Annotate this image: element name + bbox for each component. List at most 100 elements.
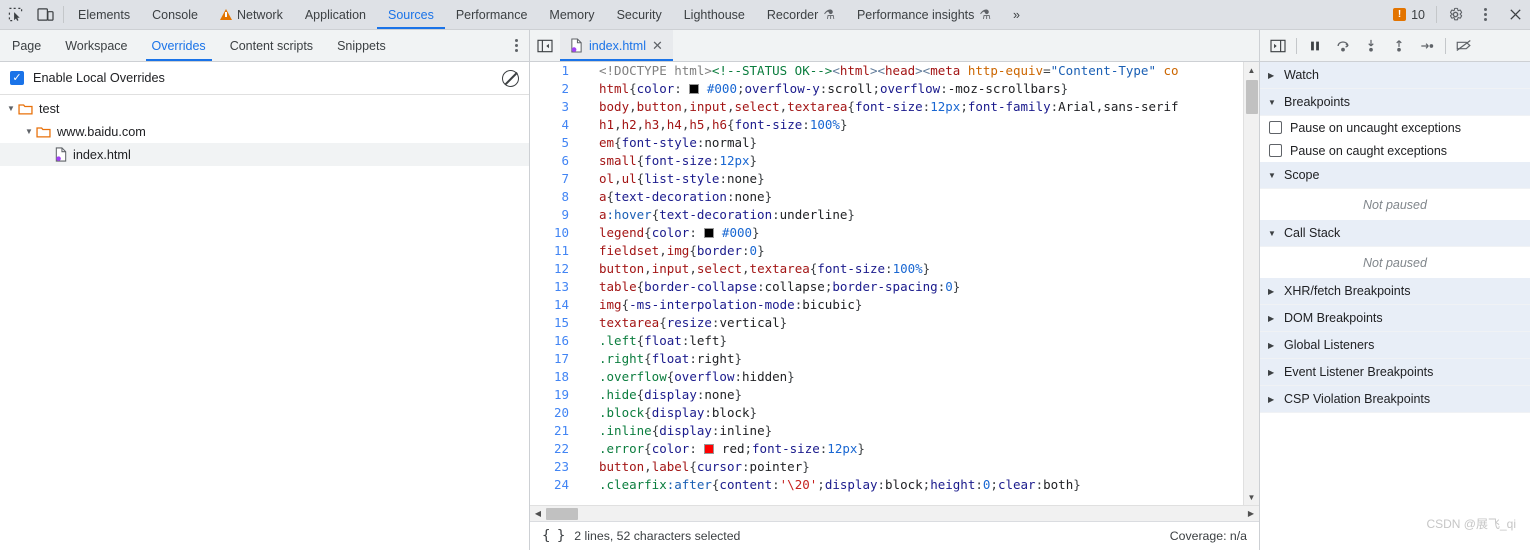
line-content[interactable]: button,input,select,textarea{font-size:1… bbox=[577, 260, 930, 278]
scroll-down-arrow-icon[interactable]: ▼ bbox=[1244, 489, 1260, 505]
line-content[interactable]: html{color: #000;overflow-y:scroll;overf… bbox=[577, 80, 1068, 98]
line-content[interactable]: small{font-size:12px} bbox=[577, 152, 757, 170]
code-line[interactable]: 17 .right{float:right} bbox=[530, 350, 1243, 368]
clear-overrides-icon[interactable] bbox=[502, 69, 519, 87]
code-line[interactable]: 13 table{border-collapse:collapse;border-… bbox=[530, 278, 1243, 296]
navigator-tab-overrides[interactable]: Overrides bbox=[140, 30, 218, 61]
debugger-section-call-stack[interactable]: ▼ Call Stack bbox=[1260, 220, 1530, 247]
code-editor-area[interactable]: 1 <!DOCTYPE html><!--STATUS OK--><html><h… bbox=[530, 62, 1259, 505]
line-content[interactable]: ol,ul{list-style:none} bbox=[577, 170, 765, 188]
code-line[interactable]: 8 a{text-decoration:none} bbox=[530, 188, 1243, 206]
code-line[interactable]: 2 html{color: #000;overflow-y:scroll;over… bbox=[530, 80, 1243, 98]
tree-folder[interactable]: ▼ www.baidu.com bbox=[0, 120, 529, 143]
debugger-section-dom-breakpoints[interactable]: ▶ DOM Breakpoints bbox=[1260, 305, 1530, 332]
gear-icon[interactable] bbox=[1440, 0, 1470, 29]
main-tab-security[interactable]: Security bbox=[606, 0, 673, 29]
deactivate-breakpoints-icon[interactable] bbox=[1450, 33, 1478, 59]
code-line[interactable]: 12 button,input,select,textarea{font-size… bbox=[530, 260, 1243, 278]
inspect-element-icon[interactable] bbox=[0, 0, 30, 29]
show-debugger-sidebar-icon[interactable] bbox=[1264, 33, 1292, 59]
step-over-icon[interactable] bbox=[1329, 33, 1357, 59]
line-content[interactable]: .error{color: red;font-size:12px} bbox=[577, 440, 865, 458]
navigator-more-icon[interactable] bbox=[503, 30, 529, 61]
expand-triangle-icon[interactable]: ▼ bbox=[22, 127, 36, 136]
code-line[interactable]: 22 .error{color: red;font-size:12px} bbox=[530, 440, 1243, 458]
error-count-badge[interactable]: ! 10 bbox=[1385, 0, 1433, 29]
line-content[interactable]: .inline{display:inline} bbox=[577, 422, 772, 440]
show-navigator-icon[interactable] bbox=[530, 30, 560, 61]
breakpoint-option-row[interactable]: Pause on uncaught exceptions bbox=[1260, 116, 1530, 139]
line-content[interactable]: a{text-decoration:none} bbox=[577, 188, 772, 206]
navigator-tab-content-scripts[interactable]: Content scripts bbox=[218, 30, 325, 61]
expand-triangle-icon[interactable]: ▼ bbox=[4, 104, 18, 113]
code-line[interactable]: 16 .left{float:left} bbox=[530, 332, 1243, 350]
main-tab-application[interactable]: Application bbox=[294, 0, 377, 29]
debugger-section-scope[interactable]: ▼ Scope bbox=[1260, 162, 1530, 189]
enable-overrides-checkbox[interactable]: ✓ bbox=[10, 71, 24, 85]
code-lines[interactable]: 1 <!DOCTYPE html><!--STATUS OK--><html><h… bbox=[530, 62, 1243, 505]
navigator-tab-page[interactable]: Page bbox=[0, 30, 53, 61]
line-content[interactable]: .hide{display:none} bbox=[577, 386, 742, 404]
scroll-up-arrow-icon[interactable]: ▲ bbox=[1244, 62, 1260, 78]
code-line[interactable]: 11 fieldset,img{border:0} bbox=[530, 242, 1243, 260]
kebab-menu-icon[interactable] bbox=[1470, 0, 1500, 29]
main-tab-performance[interactable]: Performance bbox=[445, 0, 539, 29]
code-line[interactable]: 5 em{font-style:normal} bbox=[530, 134, 1243, 152]
breakpoint-option-checkbox[interactable] bbox=[1269, 144, 1282, 157]
code-line[interactable]: 24 .clearfix:after{content:'\20';display:… bbox=[530, 476, 1243, 494]
vertical-scroll-thumb[interactable] bbox=[1245, 80, 1258, 114]
breakpoint-option-checkbox[interactable] bbox=[1269, 121, 1282, 134]
line-content[interactable]: button,label{cursor:pointer} bbox=[577, 458, 810, 476]
line-content[interactable]: table{border-collapse:collapse;border-sp… bbox=[577, 278, 960, 296]
main-tab-console[interactable]: Console bbox=[141, 0, 209, 29]
code-line[interactable]: 9 a:hover{text-decoration:underline} bbox=[530, 206, 1243, 224]
tree-file[interactable]: index.html bbox=[0, 143, 529, 166]
main-tab-network[interactable]: Network bbox=[209, 0, 294, 29]
close-tab-icon[interactable]: ✕ bbox=[652, 39, 663, 52]
editor-tab-index-html[interactable]: index.html ✕ bbox=[560, 30, 673, 61]
code-line[interactable]: 3 body,button,input,select,textarea{font-… bbox=[530, 98, 1243, 116]
debugger-section-breakpoints[interactable]: ▼ Breakpoints bbox=[1260, 89, 1530, 116]
main-tab-recorder[interactable]: Recorder ⚗ bbox=[756, 0, 846, 29]
code-line[interactable]: 4 h1,h2,h3,h4,h5,h6{font-size:100%} bbox=[530, 116, 1243, 134]
debugger-section-global-listeners[interactable]: ▶ Global Listeners bbox=[1260, 332, 1530, 359]
debugger-section-event-listener-breakpoints[interactable]: ▶ Event Listener Breakpoints bbox=[1260, 359, 1530, 386]
code-line[interactable]: 15 textarea{resize:vertical} bbox=[530, 314, 1243, 332]
line-content[interactable]: .block{display:block} bbox=[577, 404, 757, 422]
line-content[interactable]: legend{color: #000} bbox=[577, 224, 760, 242]
tree-folder[interactable]: ▼ test bbox=[0, 97, 529, 120]
main-tab-sources[interactable]: Sources bbox=[376, 0, 445, 29]
code-line[interactable]: 21 .inline{display:inline} bbox=[530, 422, 1243, 440]
step-into-icon[interactable] bbox=[1357, 33, 1385, 59]
main-tab-lighthouse[interactable]: Lighthouse bbox=[673, 0, 756, 29]
code-line[interactable]: 20 .block{display:block} bbox=[530, 404, 1243, 422]
debugger-section-xhr-fetch-breakpoints[interactable]: ▶ XHR/fetch Breakpoints bbox=[1260, 278, 1530, 305]
pretty-print-icon[interactable]: { } bbox=[542, 528, 565, 544]
debugger-section-watch[interactable]: ▶ Watch bbox=[1260, 62, 1530, 89]
code-horizontal-scrollbar[interactable]: ◀ ▶ bbox=[530, 505, 1259, 521]
step-icon[interactable] bbox=[1413, 33, 1441, 59]
more-tabs-button[interactable]: » bbox=[1002, 0, 1031, 29]
pause-script-icon[interactable] bbox=[1301, 33, 1329, 59]
line-content[interactable]: .overflow{overflow:hidden} bbox=[577, 368, 795, 386]
code-line[interactable]: 14 img{-ms-interpolation-mode:bicubic} bbox=[530, 296, 1243, 314]
main-tab-elements[interactable]: Elements bbox=[67, 0, 141, 29]
code-line[interactable]: 7 ol,ul{list-style:none} bbox=[530, 170, 1243, 188]
code-line[interactable]: 1 <!DOCTYPE html><!--STATUS OK--><html><h… bbox=[530, 62, 1243, 80]
line-content[interactable]: .left{float:left} bbox=[577, 332, 727, 350]
navigator-tab-workspace[interactable]: Workspace bbox=[53, 30, 139, 61]
line-content[interactable]: h1,h2,h3,h4,h5,h6{font-size:100%} bbox=[577, 116, 847, 134]
code-line[interactable]: 23 button,label{cursor:pointer} bbox=[530, 458, 1243, 476]
line-content[interactable]: a:hover{text-decoration:underline} bbox=[577, 206, 855, 224]
scroll-right-arrow-icon[interactable]: ▶ bbox=[1243, 509, 1259, 518]
line-content[interactable]: fieldset,img{border:0} bbox=[577, 242, 765, 260]
code-line[interactable]: 10 legend{color: #000} bbox=[530, 224, 1243, 242]
main-tab-memory[interactable]: Memory bbox=[538, 0, 605, 29]
breakpoint-option-row[interactable]: Pause on caught exceptions bbox=[1260, 139, 1530, 162]
scroll-left-arrow-icon[interactable]: ◀ bbox=[530, 509, 546, 518]
code-line[interactable]: 18 .overflow{overflow:hidden} bbox=[530, 368, 1243, 386]
main-tab-performance-insights[interactable]: Performance insights ⚗ bbox=[846, 0, 1002, 29]
line-content[interactable]: body,button,input,select,textarea{font-s… bbox=[577, 98, 1179, 116]
step-out-icon[interactable] bbox=[1385, 33, 1413, 59]
horizontal-scroll-thumb[interactable] bbox=[546, 507, 578, 520]
